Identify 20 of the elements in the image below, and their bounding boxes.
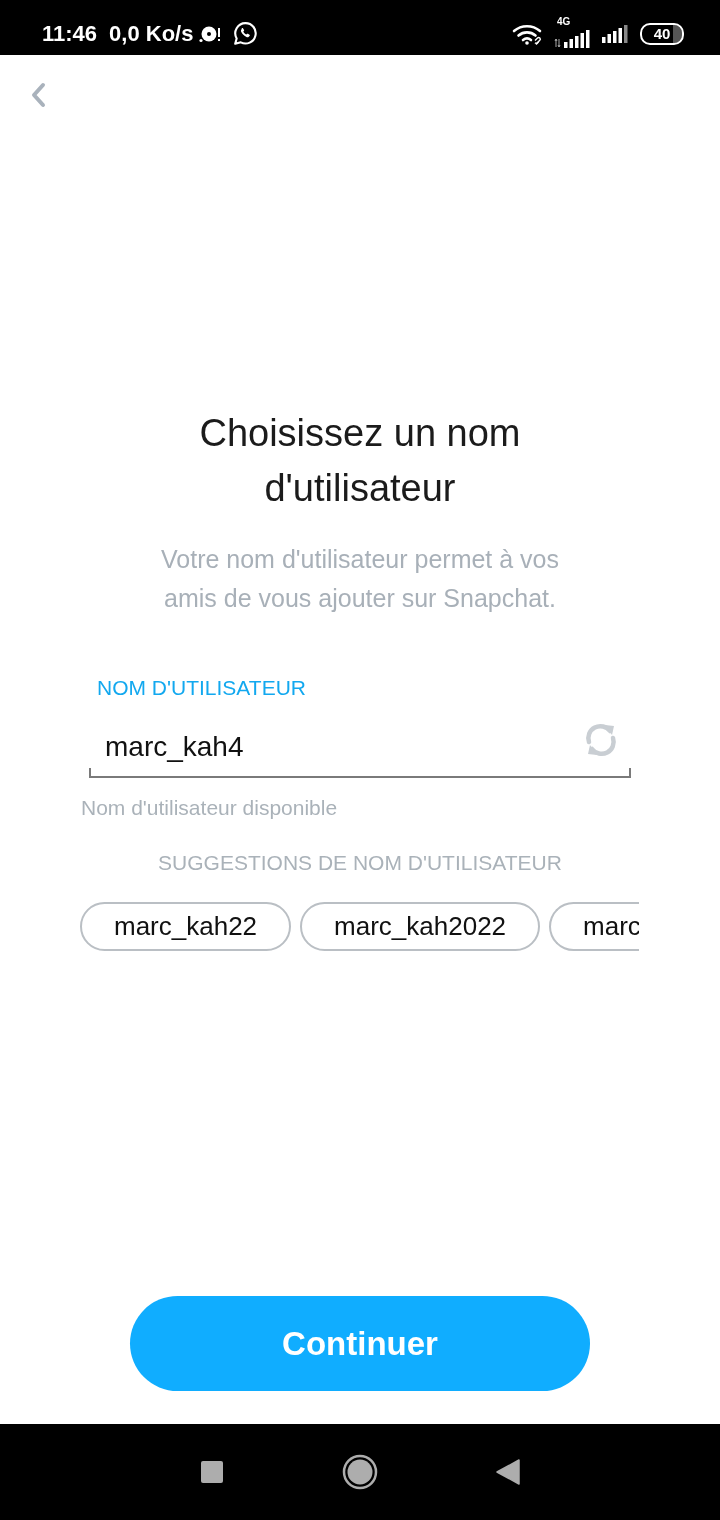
wifi-icon [512, 22, 544, 45]
suggestions-heading: SUGGESTIONS DE NOM D'UTILISATEUR [158, 850, 562, 876]
field-label: NOM D'UTILISATEUR [97, 675, 307, 701]
back-nav-button[interactable] [496, 1459, 520, 1485]
signal-icon [554, 29, 592, 48]
battery-indicator: 40 [640, 22, 684, 45]
suggestion-chip[interactable]: marc_kah22 [80, 902, 292, 951]
home-button[interactable] [342, 1454, 378, 1490]
page-title: Choisissez un nom d'utilisateur [198, 411, 522, 511]
clock: 11:46 [42, 20, 98, 47]
network-type-label: 4G [557, 15, 571, 27]
disc-alert-icon [199, 24, 222, 43]
availability-message: Nom d'utilisateur disponible [81, 795, 339, 821]
suggestion-chip[interactable]: marc_kah2022 [300, 902, 541, 951]
phone-bubble-icon [233, 21, 259, 46]
network-speed: 0,0 Ko/s [109, 20, 194, 47]
page-description: Votre nom d'utilisateur permet à vos amis de vous ajouter sur Snapchat. [160, 544, 560, 614]
recents-button[interactable] [200, 1460, 224, 1484]
chevron-left-icon [30, 82, 46, 108]
signal-icon [602, 24, 630, 43]
